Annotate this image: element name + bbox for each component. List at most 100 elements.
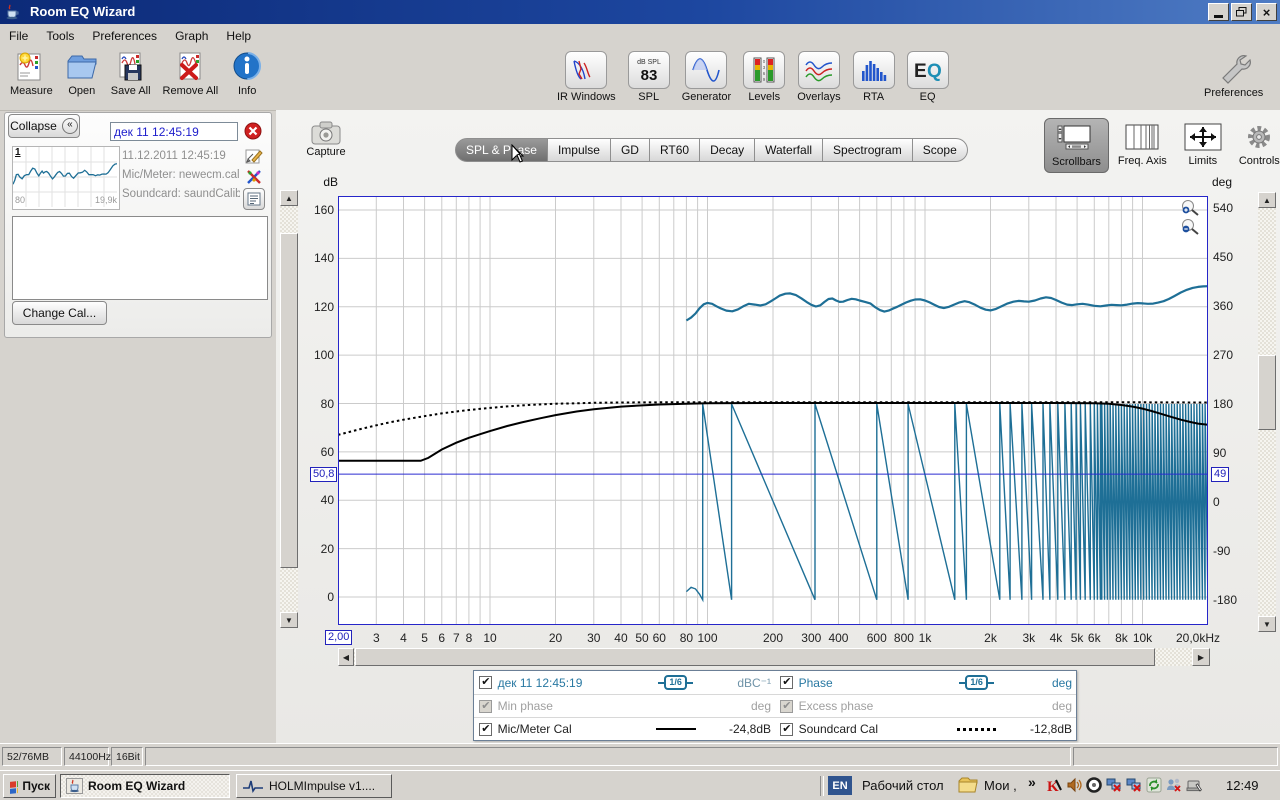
network-offline-2-tray-icon[interactable] [1125, 776, 1142, 793]
right-scrollbar-thumb[interactable] [1258, 355, 1276, 430]
trace-colour-icon[interactable] [245, 168, 263, 186]
restore-button[interactable] [1231, 3, 1252, 21]
horizontal-scrollbar-thumb[interactable] [355, 648, 1155, 666]
update-agent-tray-icon[interactable] [1145, 776, 1162, 793]
tab-gd[interactable]: GD [611, 138, 650, 162]
tab-decay[interactable]: Decay [700, 138, 755, 162]
toolbar-chevron[interactable]: » [1028, 774, 1036, 790]
legend-label: Soundcard Cal [799, 722, 939, 736]
legend-middle: 1/6 [938, 675, 1015, 690]
notes-icon[interactable] [243, 188, 265, 210]
toolbar-overlays-button[interactable]: Overlays [797, 51, 840, 103]
network-offline-1-tray-icon[interactable] [1105, 776, 1122, 793]
x-axis-label-20: 20 [549, 631, 562, 645]
menu-help[interactable]: Help [217, 26, 260, 46]
tab-rt60[interactable]: RT60 [650, 138, 700, 162]
menu-tools[interactable]: Tools [37, 26, 83, 46]
legend-checkbox--11-12-45-19[interactable]: ✔ [479, 676, 492, 689]
toolbar-spl-button[interactable]: dB SPL83SPL [628, 51, 670, 103]
tab-waterfall[interactable]: Waterfall [755, 138, 823, 162]
rta-icon [853, 51, 895, 89]
legend-checkbox-soundcard-cal[interactable]: ✔ [780, 723, 793, 736]
toolbar-rta-button[interactable]: RTA [853, 51, 895, 103]
measurement-name-input[interactable] [110, 122, 238, 141]
start-button[interactable]: Пуск [3, 774, 56, 798]
taskbar-task-room-eq-wizard[interactable]: Room EQ Wizard [60, 774, 230, 798]
left-scrollbar-thumb[interactable] [280, 233, 298, 568]
toolbar-preferences-button[interactable]: Preferences [1204, 51, 1263, 99]
tab-scope[interactable]: Scope [913, 138, 968, 162]
desktop-toolbar-label[interactable]: Рабочий стол [862, 778, 944, 793]
menu-graph[interactable]: Graph [166, 26, 217, 46]
toolbar-open-button[interactable]: Open [65, 51, 99, 97]
graph-freq-axis-button[interactable]: Freq. Axis [1111, 118, 1174, 171]
minimize-button[interactable] [1208, 3, 1229, 21]
legend-label: дек 11 12:45:19 [498, 676, 638, 690]
taskbar-task-holmimpulse-v1[interactable]: HOLMImpulse v1.... [236, 774, 392, 798]
toolbar-generator-button[interactable]: Generator [682, 51, 732, 103]
toolbar-remove-all-button[interactable]: Remove All [163, 51, 219, 97]
language-indicator[interactable]: EN [828, 776, 852, 795]
scroll-left-button[interactable]: ◀ [338, 648, 354, 666]
change-cal-button[interactable]: Change Cal... [12, 301, 107, 325]
solid-line-sample [656, 728, 696, 731]
toolbar-eq-button[interactable]: EQEQ [907, 51, 949, 103]
y-axis-label-140db: 140 [300, 251, 334, 265]
scroll-up-button[interactable]: ▲ [280, 190, 298, 206]
horizontal-scrollbar[interactable]: ◀ ▶ [338, 648, 1210, 666]
toolbar-levels-button[interactable]: 0369Levels [743, 51, 785, 103]
java-icon [66, 778, 83, 794]
toolbar-save-all-button[interactable]: Save All [111, 51, 151, 97]
right-axis-unit: deg [1212, 175, 1232, 189]
desktop-toolbar-item[interactable]: Мои , [984, 778, 1017, 793]
x-axis-label-400: 400 [828, 631, 848, 645]
tab-spl-phase[interactable]: SPL & Phase [455, 138, 548, 162]
measurement-thumbnail[interactable]: 1 80 19,9k [12, 146, 120, 210]
phase-scroll-up-button[interactable]: ▲ [1258, 192, 1276, 208]
measurement-notes-textarea[interactable] [12, 216, 268, 300]
smoothing-control[interactable]: 1/6 [959, 675, 994, 690]
left-vertical-scrollbar[interactable]: ▲ ▼ [280, 190, 298, 628]
menu-preferences[interactable]: Preferences [83, 26, 166, 46]
capture-button[interactable]: Capture [304, 120, 348, 158]
phase-scroll-down-button[interactable]: ▼ [1258, 616, 1276, 632]
java-app-icon [4, 4, 20, 20]
tab-impulse[interactable]: Impulse [548, 138, 611, 162]
toolbar-ir-windows-button[interactable]: IR Windows [557, 51, 616, 103]
delete-measurement-button[interactable] [244, 122, 262, 140]
menu-file[interactable]: File [0, 26, 37, 46]
toolbar-measure-button[interactable]: Measure [10, 51, 53, 97]
smoothing-control[interactable]: 1/6 [658, 675, 693, 690]
scroll-down-button[interactable]: ▼ [280, 612, 298, 628]
scroll-right-button[interactable]: ▶ [1192, 648, 1210, 666]
graph-controls-button[interactable]: Controls [1232, 118, 1280, 171]
clock-ring-tray-icon[interactable] [1085, 776, 1102, 793]
folder-icon[interactable] [958, 777, 978, 793]
zoom-out-icon[interactable] [1180, 218, 1200, 235]
volume-tray-icon[interactable] [1065, 776, 1082, 793]
right-vertical-scrollbar[interactable]: ▲ ▼ [1258, 192, 1276, 632]
graph-limits-button[interactable]: Limits [1176, 118, 1230, 171]
collapse-button[interactable]: Collapse « [8, 114, 80, 138]
spl-phase-chart[interactable] [338, 196, 1208, 625]
y-axis-label-40db: 40 [300, 493, 334, 507]
remote-device-tray-icon[interactable] [1185, 776, 1202, 793]
legend-value: deg [714, 699, 775, 713]
toolbar-label: Save All [111, 85, 151, 97]
remove-all-icon [173, 51, 207, 83]
graph-scrollbars-button[interactable]: Scrollbars [1044, 118, 1109, 173]
freq-axis-icon [1124, 122, 1160, 152]
tab-spectrogram[interactable]: Spectrogram [823, 138, 913, 162]
cursor-phase-readout: 49 [1211, 467, 1229, 482]
y-axis-label-20db: 20 [300, 542, 334, 556]
users-offline-tray-icon[interactable] [1165, 776, 1182, 793]
legend-checkbox-mic-meter-cal[interactable]: ✔ [479, 723, 492, 736]
edit-comment-icon[interactable] [245, 147, 263, 165]
x-axis-label-5k: 5k [1071, 631, 1084, 645]
kaspersky-tray-icon[interactable]: K [1045, 776, 1062, 793]
toolbar-info-button[interactable]: Info [230, 51, 264, 97]
zoom-in-icon[interactable] [1180, 199, 1200, 216]
y-axis-label-120db: 120 [300, 300, 334, 314]
close-button[interactable]: × [1256, 3, 1277, 21]
legend-checkbox-phase[interactable]: ✔ [780, 676, 793, 689]
